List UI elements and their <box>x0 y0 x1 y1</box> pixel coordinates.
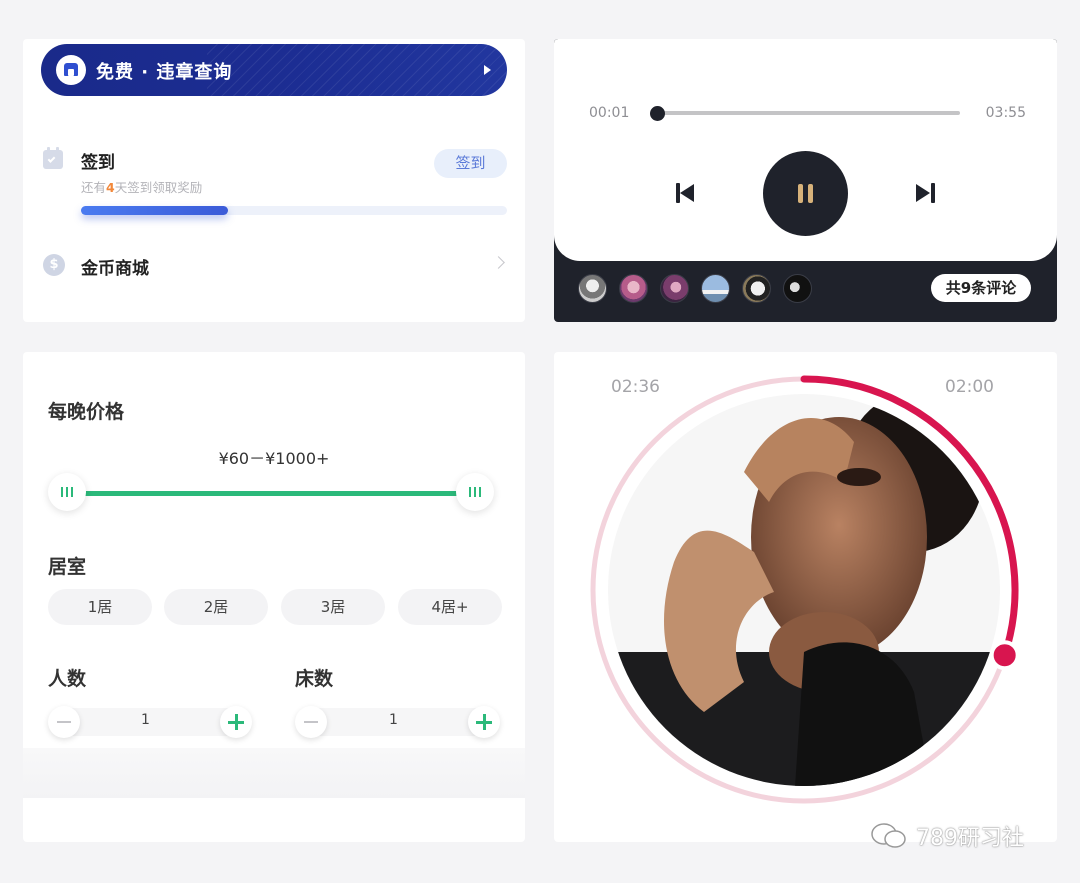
price-title: 每晚价格 <box>48 401 125 423</box>
checkin-subtitle: 还有4天签到领取奖励 <box>81 180 203 195</box>
checkin-progress-fill <box>81 206 228 215</box>
chevron-right-icon[interactable] <box>492 256 505 269</box>
days-remaining: 4 <box>106 180 115 195</box>
room-chip-2[interactable]: 2居 <box>164 589 268 625</box>
people-value: 1 <box>141 712 150 728</box>
avatar[interactable] <box>701 274 730 303</box>
comment-count-button[interactable]: 共9条评论 <box>931 274 1031 302</box>
beds-value: 1 <box>389 712 398 728</box>
checkin-card: 免费 · 违章查询 签到 还有4天签到领取奖励 签到 $ 金币商城 <box>23 39 525 322</box>
price-max-handle[interactable] <box>456 473 494 511</box>
time-elapsed: 00:01 <box>589 105 630 121</box>
checkin-button[interactable]: 签到 <box>434 149 507 178</box>
rental-filter-card: 每晚价格 ¥60－¥1000+ 居室 1居 2居 3居 4居+ 人数 1 床数 … <box>23 352 525 842</box>
avatar[interactable] <box>578 274 607 303</box>
filter-footer <box>23 748 525 798</box>
room-chip-4[interactable]: 4居+ <box>398 589 502 625</box>
beds-title: 床数 <box>295 668 334 690</box>
circular-progress-ring[interactable] <box>554 352 1057 842</box>
banner-pattern <box>207 44 507 96</box>
price-range-value: ¥60－¥1000+ <box>218 449 330 468</box>
violation-query-banner[interactable]: 免费 · 违章查询 <box>41 44 507 96</box>
seek-bar[interactable] <box>654 111 960 115</box>
seek-knob[interactable] <box>650 106 665 121</box>
calendar-check-icon <box>43 147 63 169</box>
room-chip-1[interactable]: 1居 <box>48 589 152 625</box>
checkin-progress-bar <box>81 206 507 215</box>
ring-knob <box>989 640 1020 671</box>
avatar[interactable] <box>619 274 648 303</box>
next-track-icon[interactable] <box>915 183 935 203</box>
album-cover-image <box>608 394 1000 786</box>
app-logo-icon <box>56 55 86 85</box>
wechat-icon <box>871 823 906 848</box>
room-chip-3[interactable]: 3居 <box>281 589 385 625</box>
avatar[interactable] <box>742 274 771 303</box>
price-min-handle[interactable] <box>48 473 86 511</box>
beds-stepper-track <box>310 708 490 736</box>
watermark-text: 789研习社 <box>916 826 1024 851</box>
beds-plus-button[interactable] <box>468 706 500 738</box>
circular-player-card: 02:36 02:00 <box>554 352 1057 842</box>
avatar[interactable] <box>660 274 689 303</box>
player-controls-panel: 00:01 03:55 <box>554 39 1057 261</box>
checkin-title: 签到 <box>81 153 115 173</box>
coin-icon: $ <box>43 254 65 276</box>
avatar[interactable] <box>783 274 812 303</box>
banner-text: 免费 · 违章查询 <box>96 62 233 83</box>
rooms-title: 居室 <box>48 556 87 578</box>
people-title: 人数 <box>48 668 87 690</box>
beds-minus-button[interactable] <box>295 706 327 738</box>
people-stepper-track <box>63 708 243 736</box>
people-minus-button[interactable] <box>48 706 80 738</box>
previous-track-icon[interactable] <box>676 183 696 203</box>
coin-store-label[interactable]: 金币商城 <box>81 254 149 279</box>
time-total: 03:55 <box>985 105 1026 121</box>
pause-button[interactable] <box>763 151 848 236</box>
people-plus-button[interactable] <box>220 706 252 738</box>
price-range-track[interactable] <box>66 491 476 496</box>
play-arrow-icon <box>484 65 491 75</box>
music-player-card: 00:01 03:55 共9条评论 <box>554 39 1057 322</box>
